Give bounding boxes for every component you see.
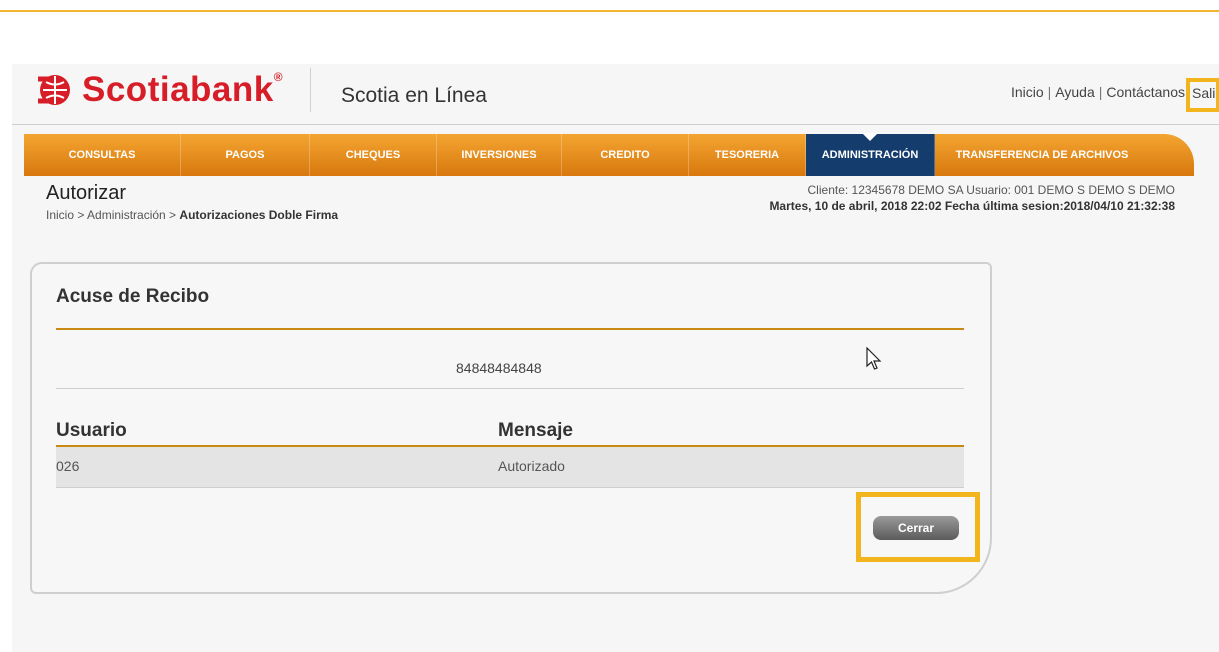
nav-consultas[interactable]: CONSULTAS bbox=[24, 134, 181, 176]
header-rule bbox=[12, 124, 1219, 125]
close-button[interactable]: Cerrar bbox=[873, 516, 959, 540]
nav-pagos[interactable]: PAGOS bbox=[181, 134, 310, 176]
nav-tesoreria[interactable]: TESORERIA bbox=[689, 134, 806, 176]
separator: | bbox=[1098, 84, 1103, 100]
contact-link[interactable]: Contáctanos bbox=[1106, 84, 1185, 100]
reference-number: 84848484848 bbox=[456, 360, 542, 376]
reference-rule bbox=[56, 388, 964, 389]
help-link[interactable]: Ayuda bbox=[1055, 84, 1094, 100]
logo-wordmark: Scotiabank® bbox=[82, 70, 284, 109]
client-info: Cliente: 12345678 DEMO SA Usuario: 001 D… bbox=[769, 182, 1175, 214]
nav-transferencia-archivos[interactable]: TRANSFERENCIA DE ARCHIVOS bbox=[935, 134, 1149, 176]
globe-logo-icon bbox=[36, 71, 74, 109]
scotiabank-logo[interactable]: Scotiabank® bbox=[36, 70, 283, 110]
cell-mensaje: Autorizado bbox=[498, 458, 565, 474]
mouse-pointer-icon bbox=[866, 346, 882, 376]
top-accent-rule bbox=[0, 10, 1219, 12]
receipt-title: Acuse de Recibo bbox=[56, 286, 210, 307]
nav-cheques[interactable]: CHEQUES bbox=[310, 134, 437, 176]
nav-administracion[interactable]: ADMINISTRACIÓN bbox=[806, 133, 935, 176]
column-header-usuario: Usuario bbox=[56, 420, 127, 441]
title-rule bbox=[56, 328, 964, 330]
registered-mark: ® bbox=[273, 70, 284, 84]
product-name: Scotia en Línea bbox=[341, 84, 487, 107]
column-header-mensaje: Mensaje bbox=[498, 420, 573, 441]
logout-link[interactable]: Sali bbox=[1192, 85, 1215, 101]
header-divider bbox=[310, 68, 311, 112]
top-links: Inicio | Ayuda | Contáctanos bbox=[1011, 84, 1185, 100]
separator: | bbox=[1047, 84, 1052, 100]
breadcrumb-current: Autorizaciones Doble Firma bbox=[179, 208, 339, 222]
main-nav: CONSULTAS PAGOS CHEQUES INVERSIONES CRED… bbox=[24, 133, 1194, 176]
breadcrumb: Inicio > Administración > Autorizaciones… bbox=[46, 208, 338, 222]
page-title: Autorizar bbox=[46, 182, 127, 204]
home-link[interactable]: Inicio bbox=[1011, 84, 1044, 100]
session-line: Martes, 10 de abril, 2018 22:02 Fecha úl… bbox=[769, 199, 1175, 213]
nav-credito[interactable]: CREDITO bbox=[562, 134, 689, 176]
cell-usuario: 026 bbox=[56, 458, 80, 474]
breadcrumb-path[interactable]: Inicio > Administración > bbox=[46, 208, 179, 222]
nav-inversiones[interactable]: INVERSIONES bbox=[437, 134, 562, 176]
client-line: Cliente: 12345678 DEMO SA Usuario: 001 D… bbox=[807, 183, 1175, 197]
